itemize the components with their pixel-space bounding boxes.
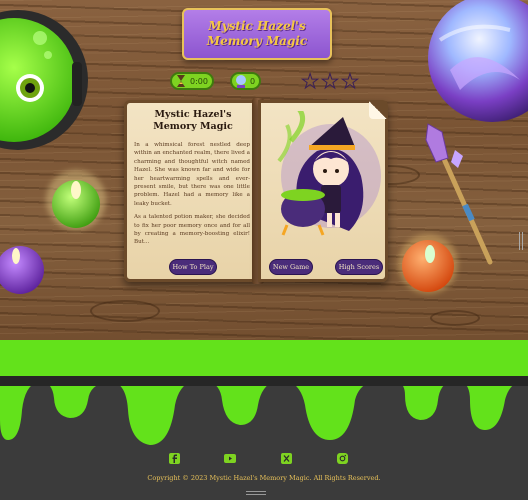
copyright-text: Copyright © 2023 Mystic Hazel's Memory M…: [147, 474, 381, 482]
story-paragraph: In a whimsical forest nestled deep withi…: [134, 142, 250, 207]
crystal-orb-icon: [428, 0, 528, 122]
bottom-resize-handle[interactable]: [246, 491, 266, 495]
x-icon[interactable]: [280, 452, 292, 464]
orange-candle-icon: [398, 234, 458, 294]
social-links: [168, 452, 348, 464]
story-text: In a whimsical forest nestled deep withi…: [134, 141, 250, 251]
moves-value: 0: [249, 76, 256, 86]
how-to-play-button[interactable]: How To Play: [169, 259, 217, 275]
game-title: Mystic Hazel's Memory Magic: [207, 19, 307, 49]
side-resize-handle[interactable]: [519, 232, 523, 250]
title-line-2: Memory Magic: [206, 34, 308, 48]
timer-display: 0:00: [170, 72, 214, 90]
new-game-button[interactable]: New Game: [269, 259, 313, 275]
moves-display: 0: [229, 72, 262, 90]
star-icon: ★: [340, 69, 359, 93]
facebook-icon[interactable]: [168, 452, 180, 464]
green-candle-icon: [46, 170, 106, 230]
purple-candle-icon: [0, 246, 44, 294]
book-right-page: New Game High Scores: [258, 100, 388, 282]
title-banner: Mystic Hazel's Memory Magic: [182, 8, 332, 60]
star-rating: ★ ★ ★: [301, 69, 361, 93]
crystal-ball-icon: [234, 73, 248, 89]
cauldron-icon: [0, 10, 88, 150]
book-title: Mystic Hazel's Memory Magic: [153, 109, 233, 132]
high-scores-button[interactable]: High Scores: [335, 259, 383, 275]
star-icon: ★: [321, 69, 340, 93]
star-icon: ★: [301, 69, 320, 93]
timer-value: 0:00: [190, 76, 208, 86]
shelf-edge: [0, 376, 528, 386]
story-paragraph: As a talented potion maker, she decided …: [134, 214, 250, 246]
instagram-icon[interactable]: [336, 452, 348, 464]
title-line-1: Mystic Hazel's: [208, 19, 306, 33]
witch-illustration: [277, 111, 381, 236]
stats-bar: 0:00 0 ★ ★ ★: [170, 70, 361, 92]
book-left-page: Mystic Hazel's Memory Magic In a whimsic…: [124, 100, 258, 282]
hourglass-icon: [174, 73, 188, 89]
slime-drip: [0, 340, 528, 445]
youtube-icon[interactable]: [224, 452, 236, 464]
